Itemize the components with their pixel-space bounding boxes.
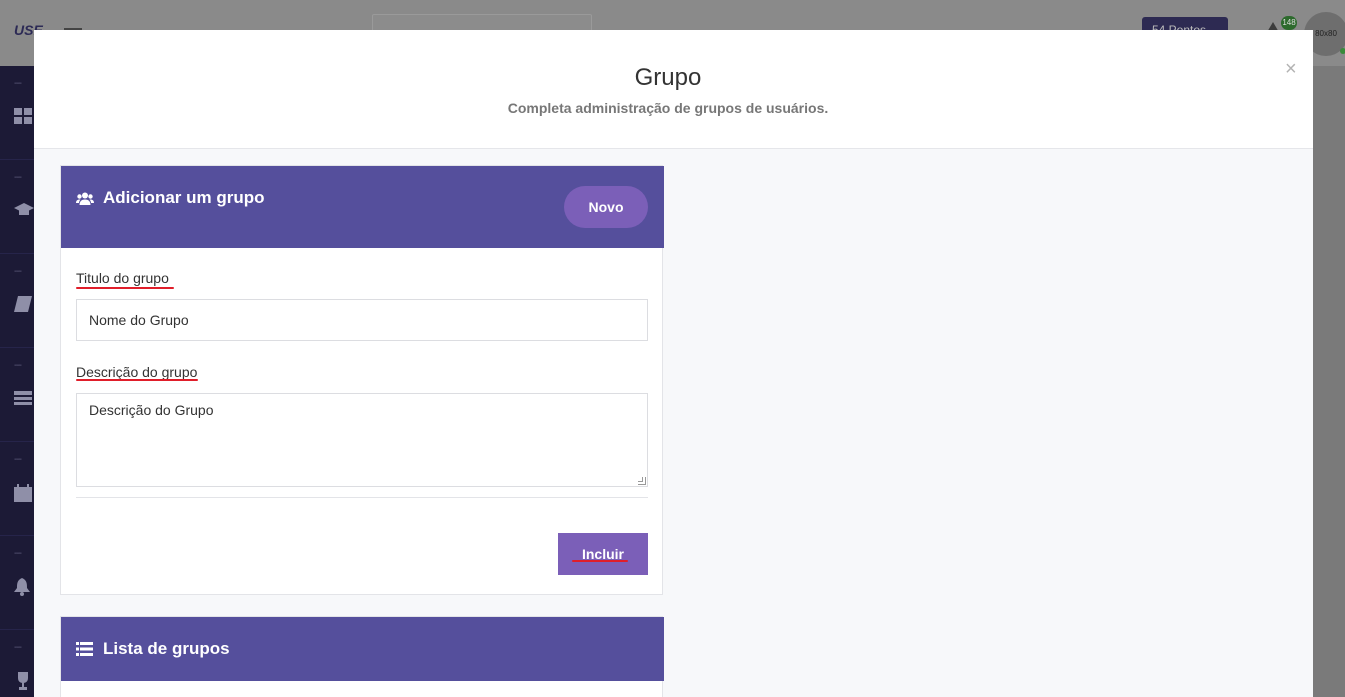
form-divider [76, 497, 648, 498]
group-description-label: Descrição do grupo [76, 364, 198, 380]
include-button[interactable]: Incluir [558, 533, 648, 575]
list-icon [14, 390, 32, 410]
add-group-card-header: Adicionar um grupo Novo [61, 166, 664, 248]
sidebar-item-courses[interactable]: --- [0, 160, 34, 254]
close-icon[interactable]: × [1285, 58, 1297, 81]
group-list-card: Lista de grupos [60, 616, 664, 697]
group-list-card-header: Lista de grupos [61, 617, 664, 681]
modal-subtitle: Completa administração de grupos de usuá… [507, 100, 829, 116]
group-title-input[interactable]: Nome do Grupo [76, 299, 648, 341]
new-group-button[interactable]: Novo [564, 186, 648, 228]
list-icon [76, 642, 94, 656]
annotation-underline [572, 560, 628, 562]
sidebar-item-lists[interactable]: --- [0, 348, 34, 442]
sidebar-item-ranking[interactable]: --- [0, 630, 34, 697]
group-description-value: Descrição do Grupo [89, 402, 214, 418]
group-list-title: Lista de grupos [103, 639, 230, 658]
annotation-underline [76, 287, 174, 289]
add-group-title: Adicionar um grupo [103, 188, 265, 207]
dashboard-icon [14, 108, 32, 128]
trophy-icon [14, 672, 32, 694]
group-description-textarea[interactable]: Descrição do Grupo [76, 393, 648, 487]
app-sidebar: --- --- --- --- --- --- --- [0, 66, 34, 697]
users-icon [76, 192, 94, 206]
add-group-card: Adicionar um grupo Novo Titulo do grupo … [60, 165, 664, 595]
notification-count-badge: 148 [1281, 16, 1297, 30]
resize-handle-icon[interactable] [638, 477, 646, 485]
modal-title: Grupo [634, 64, 702, 91]
group-modal: Grupo Completa administração de grupos d… [34, 30, 1313, 697]
annotation-underline [76, 379, 198, 381]
sidebar-item-notifications[interactable]: --- [0, 536, 34, 630]
book-icon [14, 296, 32, 316]
background-content-edge [1313, 66, 1345, 697]
sidebar-item-calendar[interactable]: --- [0, 442, 34, 536]
sidebar-item-library[interactable]: --- [0, 254, 34, 348]
graduation-cap-icon [14, 202, 34, 222]
modal-header: Grupo Completa administração de grupos d… [34, 30, 1313, 149]
online-status-dot [1340, 48, 1345, 54]
group-title-label: Titulo do grupo [76, 270, 169, 286]
bell-icon [14, 578, 30, 600]
sidebar-item-dashboard[interactable]: --- [0, 66, 34, 160]
calendar-icon [14, 484, 32, 506]
